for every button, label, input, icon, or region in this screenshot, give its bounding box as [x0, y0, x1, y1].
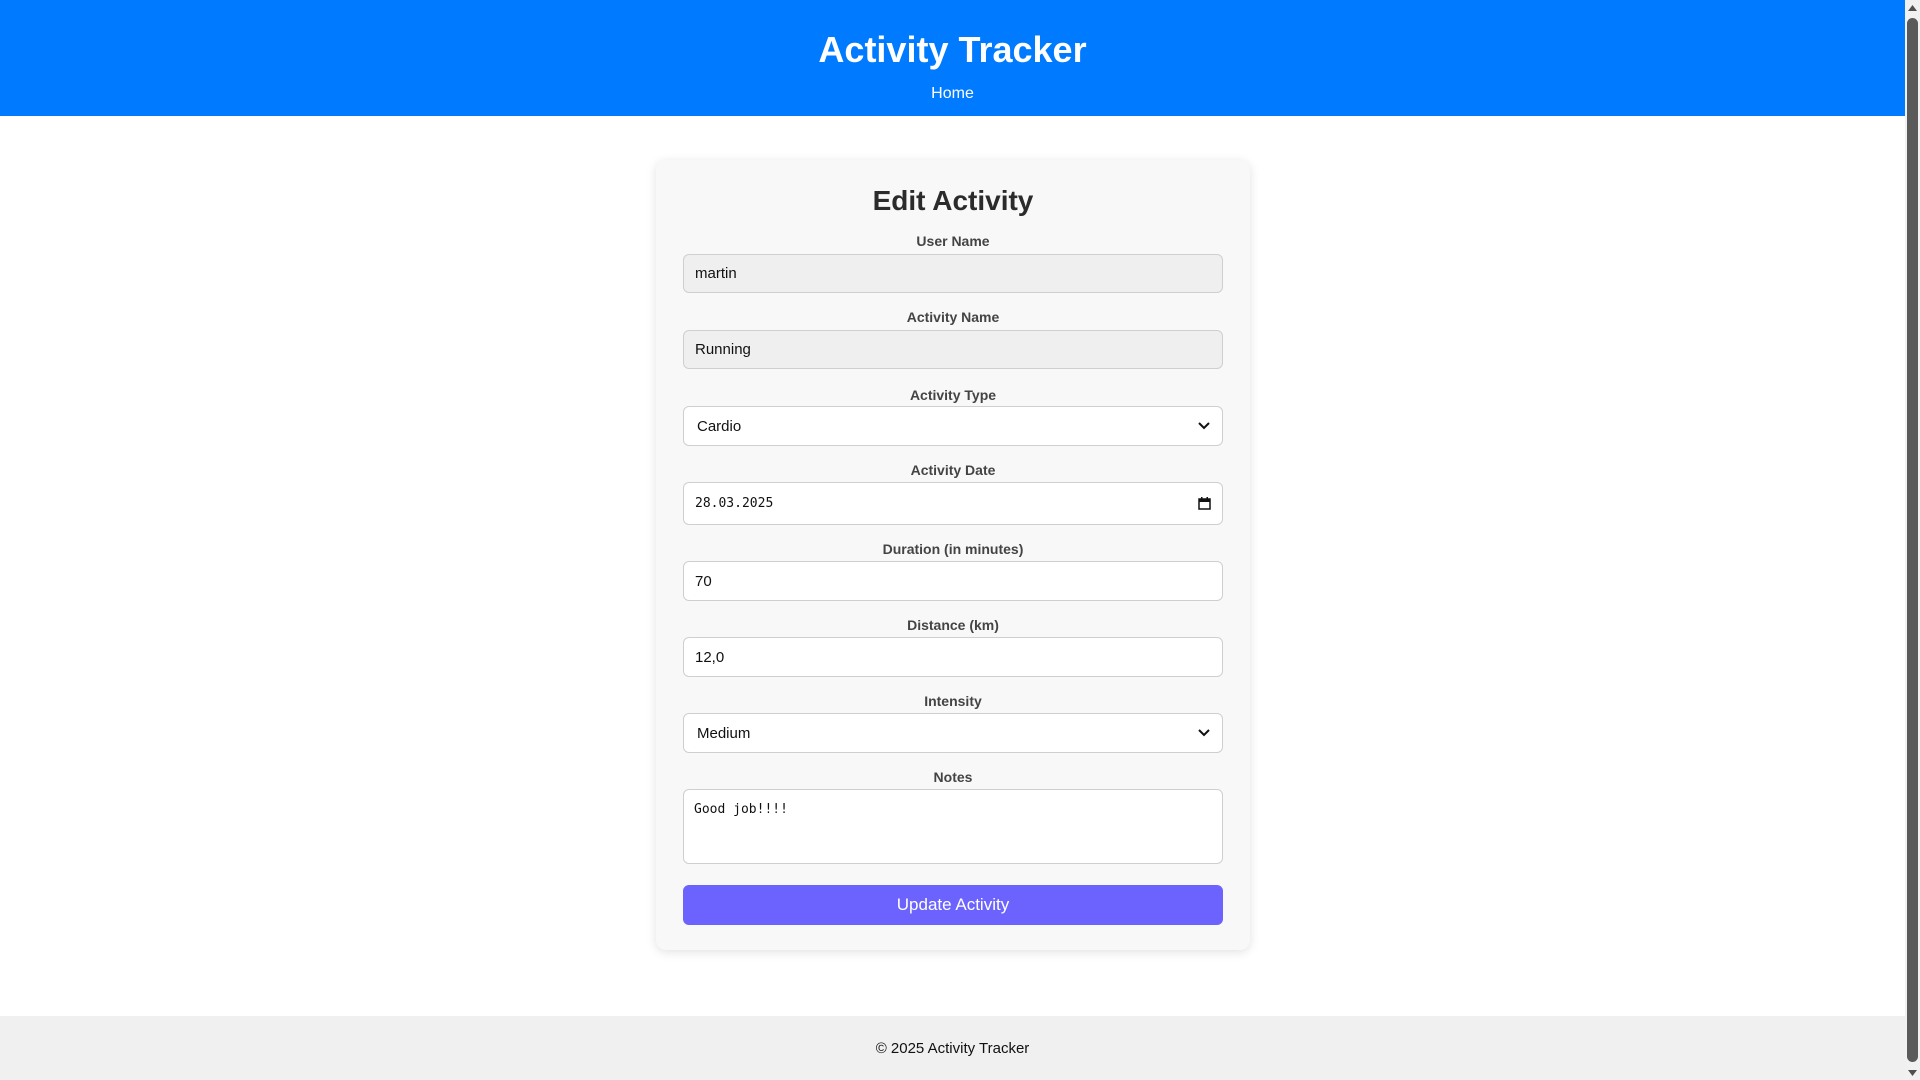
distance-label: Distance (km) — [907, 617, 999, 633]
intensity-label: Intensity — [924, 693, 982, 709]
distance-value: 12,0 — [695, 648, 725, 666]
duration-input[interactable]: 70 — [683, 561, 1223, 601]
intensity-select[interactable]: Medium — [683, 713, 1223, 753]
chevron-down-icon — [1197, 419, 1211, 433]
form-title: Edit Activity — [872, 185, 1034, 216]
activity-date-input[interactable]: 28.03.2025 — [683, 482, 1223, 525]
notes-textarea[interactable]: Good job!!!! — [683, 789, 1223, 864]
duration-label: Duration (in minutes) — [882, 541, 1024, 557]
activity-name-value: Running — [695, 341, 751, 358]
site-header: Activity Tracker Home — [0, 0, 1905, 116]
site-footer: © 2025 Activity Tracker — [0, 1016, 1905, 1080]
user-name-field[interactable]: martin — [683, 254, 1223, 293]
activity-date-label: Activity Date — [910, 462, 996, 478]
activity-name-field[interactable]: Running — [683, 330, 1223, 369]
user-name-value: martin — [695, 265, 737, 282]
page: Activity Tracker Home Edit Activity User… — [0, 0, 1905, 1080]
scrollbar-thumb[interactable] — [1907, 18, 1918, 1062]
activity-type-select[interactable]: Cardio — [683, 406, 1223, 446]
activity-date-value: 28.03.2025 — [695, 496, 774, 511]
footer-copyright: © 2025 Activity Tracker — [875, 1040, 1030, 1057]
activity-type-value: Cardio — [697, 417, 742, 435]
nav-bar: Home — [0, 84, 1905, 104]
nav-home-link[interactable]: Home — [931, 85, 974, 102]
duration-value: 70 — [695, 572, 712, 590]
vertical-scrollbar[interactable] — [1905, 0, 1920, 1080]
app-title: Activity Tracker — [818, 29, 1087, 70]
chevron-down-icon — [1197, 726, 1211, 740]
update-activity-button[interactable]: Update Activity — [683, 885, 1223, 925]
activity-type-label: Activity Type — [909, 387, 997, 403]
scroll-down-icon[interactable] — [1905, 1065, 1920, 1080]
calendar-icon[interactable] — [1197, 497, 1211, 511]
intensity-value: Medium — [697, 724, 751, 742]
notes-label: Notes — [933, 769, 973, 785]
activity-name-label: Activity Name — [906, 309, 1000, 325]
scroll-up-icon[interactable] — [1905, 0, 1920, 15]
notes-value: Good job!!!! — [694, 802, 788, 817]
user-name-label: User Name — [916, 233, 990, 249]
distance-input[interactable]: 12,0 — [683, 637, 1223, 677]
